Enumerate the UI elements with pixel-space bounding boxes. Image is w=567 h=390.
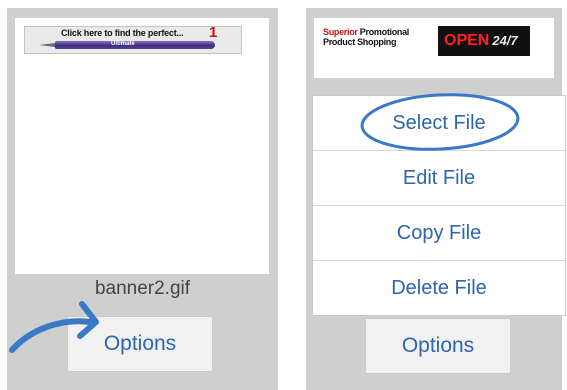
file-preview [15,18,269,274]
open-sign: OPEN 24/7 [438,26,530,56]
pen-graphic [55,41,215,49]
options-button[interactable]: Options [365,318,511,374]
file-options-menu: Select File Edit File Copy File Delete F… [312,95,566,316]
banner-brand: Superior Promotional Product Shopping [323,27,410,47]
pen-text: Ultimate [111,41,135,47]
menu-item-delete-file[interactable]: Delete File [313,261,565,315]
menu-item-edit-file[interactable]: Edit File [313,151,565,206]
file-card-banner2: Click here to find the perfect... 1 Ulti… [7,8,278,390]
banner-thumbnail: Click here to find the perfect... 1 Ulti… [24,24,242,54]
banner-number: 1 [209,24,218,41]
banner-thumbnail: Superior Promotional Product Shopping OP… [320,25,530,59]
pen-tip-graphic [39,43,55,47]
file-name: banner2.gif [94,278,191,299]
menu-item-select-file[interactable]: Select File [313,96,565,151]
menu-item-copy-file[interactable]: Copy File [313,206,565,261]
options-button[interactable]: Options [67,316,213,372]
banner-headline: Click here to find the perfect... [61,28,184,38]
